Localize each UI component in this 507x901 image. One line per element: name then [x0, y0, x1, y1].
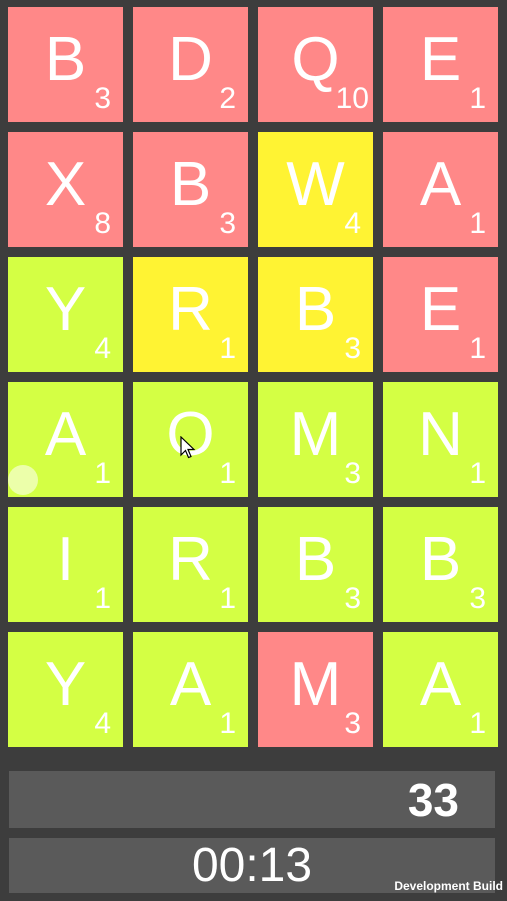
letter-tile[interactable]: E1 — [383, 7, 498, 122]
letter-grid: B 3 D 2 Q 10 E 1 X 8 B 3 W 4 A 1 Y 4 R 1 B 3 E 1 A 1 O 1 M 3 N 1 I 1 R 1 B 3 B… — [8, 7, 498, 747]
letter-tile[interactable]: A1 — [383, 132, 498, 247]
tile-points: 1 — [469, 707, 486, 740]
tile-points: 2 — [219, 82, 236, 115]
tile-points: 1 — [469, 332, 486, 365]
letter-tile[interactable]: M3 — [258, 632, 373, 747]
tile-points: 1 — [94, 582, 111, 615]
tile-points: 1 — [469, 82, 486, 115]
tile-points: 3 — [344, 332, 361, 365]
tile-points: 1 — [219, 582, 236, 615]
tile-points: 3 — [344, 582, 361, 615]
letter-tile[interactable]: B3 — [8, 7, 123, 122]
score-value: 33 — [407, 774, 459, 826]
letter-tile[interactable]: A1 — [133, 632, 248, 747]
letter-tile[interactable]: B3 — [133, 132, 248, 247]
tile-points: 4 — [94, 707, 111, 740]
touch-dot-icon — [8, 465, 38, 495]
letter-tile[interactable]: Q 10 — [258, 7, 373, 122]
tile-points: 3 — [469, 582, 486, 615]
tile-points: 1 — [219, 707, 236, 740]
tile-points: 10 — [335, 82, 369, 115]
tile-points: 1 — [469, 457, 486, 490]
tile-points: 4 — [344, 207, 361, 240]
tile-points: 3 — [344, 457, 361, 490]
letter-tile[interactable]: D2 — [133, 7, 248, 122]
letter-tile[interactable]: B3 — [383, 507, 498, 622]
letter-tile[interactable]: R1 — [133, 257, 248, 372]
letter-tile[interactable]: B3 — [258, 257, 373, 372]
tile-points: 3 — [219, 207, 236, 240]
letter-tile[interactable]: R1 — [133, 507, 248, 622]
letter-tile[interactable]: A1 — [383, 632, 498, 747]
letter-tile[interactable]: Y4 — [8, 257, 123, 372]
tile-points: 1 — [94, 457, 111, 490]
tile-points: 1 — [469, 207, 486, 240]
letter-tile[interactable]: B3 — [258, 507, 373, 622]
letter-tile[interactable]: I1 — [8, 507, 123, 622]
tile-points: 3 — [344, 707, 361, 740]
score-panel: 33 — [9, 771, 495, 828]
arrow-cursor-icon — [180, 436, 196, 459]
letter-tile[interactable]: E1 — [383, 257, 498, 372]
tile-points: 1 — [219, 332, 236, 365]
letter-tile[interactable]: X8 — [8, 132, 123, 247]
development-build-label: Development Build — [394, 879, 503, 893]
tile-points: 4 — [94, 332, 111, 365]
letter-tile[interactable]: Y4 — [8, 632, 123, 747]
tile-points: 3 — [94, 82, 111, 115]
tile-points: 8 — [94, 207, 111, 240]
letter-tile[interactable]: N1 — [383, 382, 498, 497]
tile-points: 1 — [219, 457, 236, 490]
letter-tile[interactable]: W4 — [258, 132, 373, 247]
letter-tile[interactable]: M3 — [258, 382, 373, 497]
